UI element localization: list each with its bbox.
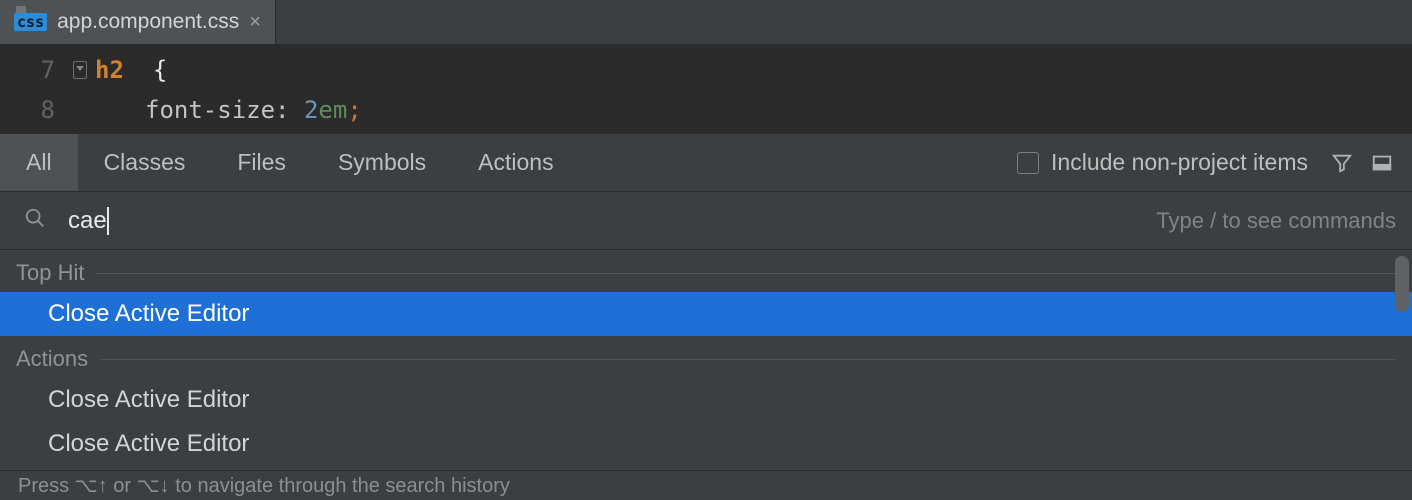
search-icon: [24, 207, 46, 235]
line-number: 7: [0, 56, 95, 84]
result-item[interactable]: Close Active Editor: [0, 292, 1412, 336]
filter-icon[interactable]: [1322, 134, 1362, 191]
checkbox-icon[interactable]: [1017, 152, 1039, 174]
search-input-row: cae Type / to see commands: [0, 192, 1412, 250]
tab-files[interactable]: Files: [211, 134, 312, 191]
include-non-project-toggle[interactable]: Include non-project items: [1017, 134, 1322, 191]
line-number: 8: [0, 96, 95, 124]
fold-marker-icon[interactable]: [73, 61, 87, 79]
section-header-actions: Actions: [0, 336, 1412, 378]
code-line: 7 h2 {: [0, 50, 1412, 90]
result-item[interactable]: Close Active Editor: [0, 422, 1412, 466]
editor-tab-label: app.component.css: [57, 10, 239, 34]
code-text: h2 {: [95, 56, 167, 84]
search-input[interactable]: cae: [68, 207, 107, 235]
search-tabs: All Classes Files Symbols Actions Includ…: [0, 134, 1412, 192]
section-header-top-hit: Top Hit: [0, 250, 1412, 292]
css-file-icon: css: [14, 13, 47, 31]
tab-classes[interactable]: Classes: [78, 134, 212, 191]
search-results: Top Hit Close Active Editor Actions Clos…: [0, 250, 1412, 470]
footer-hint: Press ⌥↑ or ⌥↓ to navigate through the s…: [0, 470, 1412, 500]
result-item[interactable]: Close Active Editor: [0, 378, 1412, 422]
search-everywhere-popup: All Classes Files Symbols Actions Includ…: [0, 134, 1412, 500]
close-icon[interactable]: ×: [249, 11, 261, 34]
tab-actions[interactable]: Actions: [452, 134, 579, 191]
include-label: Include non-project items: [1051, 149, 1308, 176]
editor-tab-bar: css app.component.css ×: [0, 0, 1412, 44]
tab-symbols[interactable]: Symbols: [312, 134, 452, 191]
text-cursor: [107, 207, 109, 235]
search-hint: Type / to see commands: [1156, 208, 1396, 234]
code-line: 8 font-size : 2 em ;: [0, 90, 1412, 130]
scrollbar-thumb[interactable]: [1395, 256, 1409, 312]
code-text: font-size : 2 em ;: [95, 96, 362, 124]
open-in-tool-window-icon[interactable]: [1362, 134, 1402, 191]
editor-tab[interactable]: css app.component.css ×: [0, 0, 276, 44]
tab-all[interactable]: All: [0, 134, 78, 191]
code-editor[interactable]: 7 h2 { 8 font-size : 2 em ;: [0, 44, 1412, 134]
